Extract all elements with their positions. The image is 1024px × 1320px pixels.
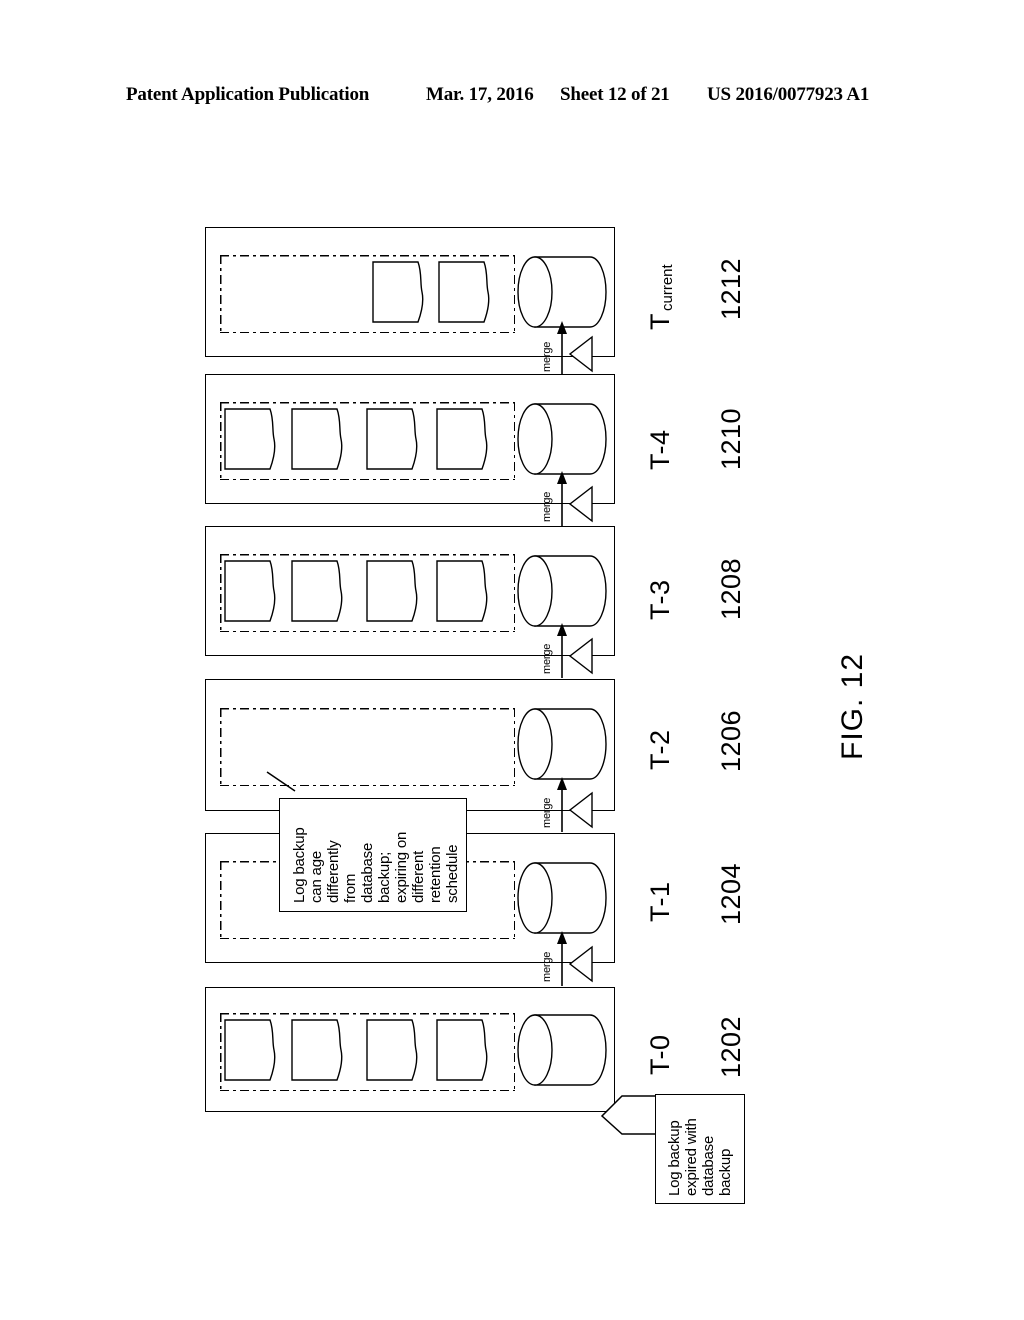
- ref-number-1212: 1212: [716, 257, 746, 320]
- time-label-subscript: current: [659, 264, 676, 311]
- time-label-text: T-1: [645, 881, 675, 922]
- expired-callout-pointer: [600, 1094, 662, 1154]
- time-label-text: T-0: [645, 1034, 675, 1075]
- database-backup-cylinder: [516, 861, 608, 935]
- log-backup-document: [372, 261, 432, 323]
- merge-label: merge: [541, 341, 553, 372]
- ref-number-1202: 1202: [716, 1015, 746, 1078]
- time-label-t-current: Tcurrent: [645, 264, 676, 330]
- database-backup-cylinder: [516, 402, 608, 476]
- database-backup-cylinder: [516, 554, 608, 628]
- figure-caption: FIG. 12: [836, 652, 869, 760]
- log-backup-document: [224, 1019, 284, 1081]
- log-backup-document: [436, 1019, 496, 1081]
- ref-number-1206: 1206: [716, 709, 746, 772]
- ref-number-1204: 1204: [716, 862, 746, 925]
- log-backup-document: [366, 560, 426, 622]
- time-label-text: T: [645, 313, 675, 330]
- log-backup-document: [436, 560, 496, 622]
- time-label-text: T-2: [645, 729, 675, 770]
- time-label-t-1: T-1: [645, 881, 676, 922]
- merge-label: merge: [541, 797, 553, 828]
- log-backup-document: [291, 1019, 351, 1081]
- expired-callout-text: Log backup expired with database backup: [666, 1118, 734, 1196]
- time-label-text: T-4: [645, 429, 675, 470]
- time-label-text: T-3: [645, 579, 675, 620]
- database-backup-cylinder: [516, 707, 608, 781]
- figure-12-diagram: merge merge merge merge merge Tcurrent 1…: [0, 0, 1024, 1320]
- merge-label: merge: [541, 643, 553, 674]
- time-label-t-4: T-4: [645, 429, 676, 470]
- log-backup-document: [224, 408, 284, 470]
- log-backup-document: [438, 261, 498, 323]
- log-backup-document: [224, 560, 284, 622]
- ref-number-1208: 1208: [716, 557, 746, 620]
- database-backup-cylinder: [516, 255, 608, 329]
- retention-callout-text: Log backup can age differently from data…: [291, 827, 461, 903]
- callout-leader-line: [265, 770, 299, 794]
- log-backup-document: [291, 408, 351, 470]
- log-backup-document: [366, 1019, 426, 1081]
- merge-label: merge: [541, 951, 553, 982]
- merge-label: merge: [541, 491, 553, 522]
- log-backup-document: [436, 408, 496, 470]
- ref-number-1210: 1210: [716, 407, 746, 470]
- log-backup-document: [291, 560, 351, 622]
- time-label-t-2: T-2: [645, 729, 676, 770]
- time-label-t-3: T-3: [645, 579, 676, 620]
- database-backup-cylinder: [516, 1013, 608, 1087]
- log-backup-document: [366, 408, 426, 470]
- time-label-t-0: T-0: [645, 1034, 676, 1075]
